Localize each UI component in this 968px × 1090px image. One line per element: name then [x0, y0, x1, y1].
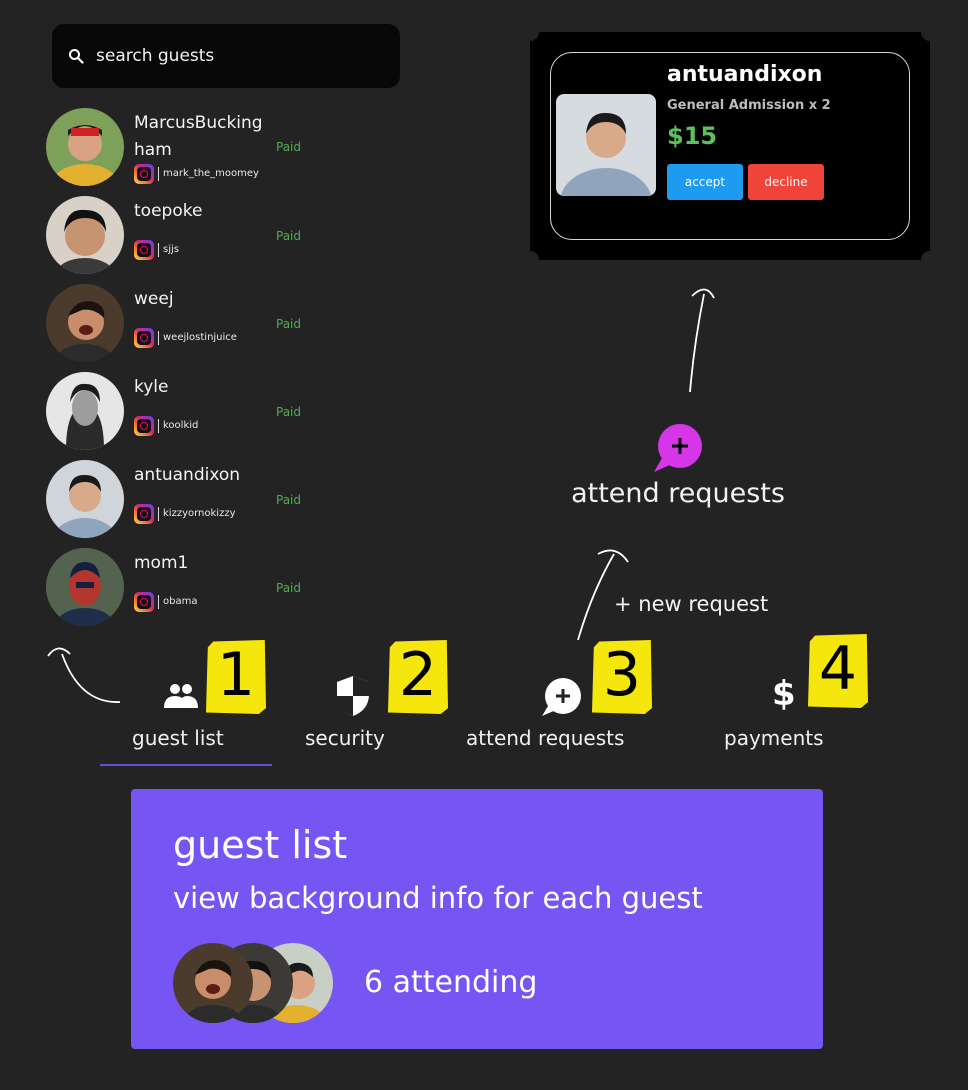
tab-label: attend requests — [466, 726, 625, 750]
avatar — [46, 284, 124, 362]
list-item[interactable]: toepoke Paid sjjs — [46, 196, 306, 276]
ticket-price: $15 — [667, 122, 718, 150]
list-item[interactable]: weej Paid weejlostinjuice — [46, 284, 306, 364]
step-badge: 3 — [592, 640, 652, 714]
chat-plus-icon — [654, 424, 702, 472]
attending-count: 6 attending — [364, 965, 538, 1000]
list-item[interactable]: antuandixon Paid kizzyornokizzy — [46, 460, 306, 540]
request-ticket-card: antuandixon General Admission x 2 $15 ac… — [521, 23, 939, 269]
list-item[interactable]: MarcusBuckingham Paid mark_the_moomey — [46, 108, 306, 188]
instagram-icon[interactable] — [134, 164, 154, 184]
instagram-handle[interactable]: kizzyornokizzy — [158, 507, 235, 521]
tab-label: security — [305, 726, 385, 750]
guest-name: weej — [134, 289, 174, 309]
search-icon — [69, 49, 84, 64]
attend-requests-label: attend requests — [571, 478, 785, 509]
new-request-label: + new request — [614, 592, 769, 616]
search-bar[interactable] — [52, 24, 400, 88]
instagram-handle[interactable]: koolkid — [158, 419, 198, 433]
tab-security[interactable]: 2 security — [300, 640, 470, 760]
guest-name: kyle — [134, 377, 169, 397]
avatar — [46, 372, 124, 450]
instagram-handle[interactable]: weejlostinjuice — [158, 331, 237, 345]
avatar — [173, 943, 253, 1023]
avatar — [46, 460, 124, 538]
avatar — [46, 548, 124, 626]
step-badge: 2 — [388, 640, 448, 714]
instagram-icon[interactable] — [134, 240, 154, 260]
active-tab-indicator — [100, 764, 272, 766]
status-badge: Paid — [276, 493, 302, 507]
instagram-handle[interactable]: sjjs — [158, 243, 179, 257]
status-badge: Paid — [276, 140, 302, 154]
status-badge: Paid — [276, 581, 302, 595]
tab-payments[interactable]: $ 4 payments — [720, 630, 900, 760]
instagram-icon[interactable] — [134, 592, 154, 612]
dollar-icon: $ — [772, 674, 796, 714]
list-item[interactable]: mom1 Paid obama — [46, 548, 306, 628]
arrow-up-icon — [689, 288, 715, 393]
avatar — [46, 196, 124, 274]
guest-name: MarcusBuckingham — [134, 113, 263, 160]
instagram-icon[interactable] — [134, 328, 154, 348]
guest-name: mom1 — [134, 553, 189, 573]
search-input[interactable] — [94, 45, 378, 67]
instagram-icon[interactable] — [134, 504, 154, 524]
chat-plus-icon — [542, 678, 581, 716]
tab-attend-requests[interactable]: 3 attend requests — [464, 640, 684, 760]
decline-button[interactable]: decline — [748, 164, 824, 200]
tab-guest-list[interactable]: 1 guest list — [100, 640, 280, 760]
status-badge: Paid — [276, 405, 302, 419]
status-badge: Paid — [276, 317, 302, 331]
accept-button[interactable]: accept — [667, 164, 743, 200]
avatar-stack — [173, 943, 343, 1025]
instagram-handle[interactable]: mark_the_moomey — [158, 167, 259, 181]
people-icon — [164, 684, 198, 708]
tab-label: payments — [724, 726, 824, 750]
guest-name: antuandixon — [134, 465, 241, 485]
panel-title: guest list — [173, 823, 348, 867]
status-badge: Paid — [276, 229, 302, 243]
avatar — [46, 108, 124, 186]
requester-photo — [556, 94, 656, 196]
guest-name: toepoke — [134, 201, 203, 221]
shield-icon — [337, 676, 369, 716]
feature-panel: guest list view background info for each… — [131, 789, 823, 1049]
tab-label: guest list — [132, 726, 224, 750]
instagram-handle[interactable]: obama — [158, 595, 197, 609]
step-badge: 1 — [206, 640, 266, 714]
requester-name: antuandixon — [667, 62, 823, 87]
ticket-tier: General Admission x 2 — [667, 98, 831, 113]
step-badge: 4 — [808, 634, 868, 708]
instagram-icon[interactable] — [134, 416, 154, 436]
panel-subtitle: view background info for each guest — [173, 881, 703, 915]
list-item[interactable]: kyle Paid koolkid — [46, 372, 306, 452]
